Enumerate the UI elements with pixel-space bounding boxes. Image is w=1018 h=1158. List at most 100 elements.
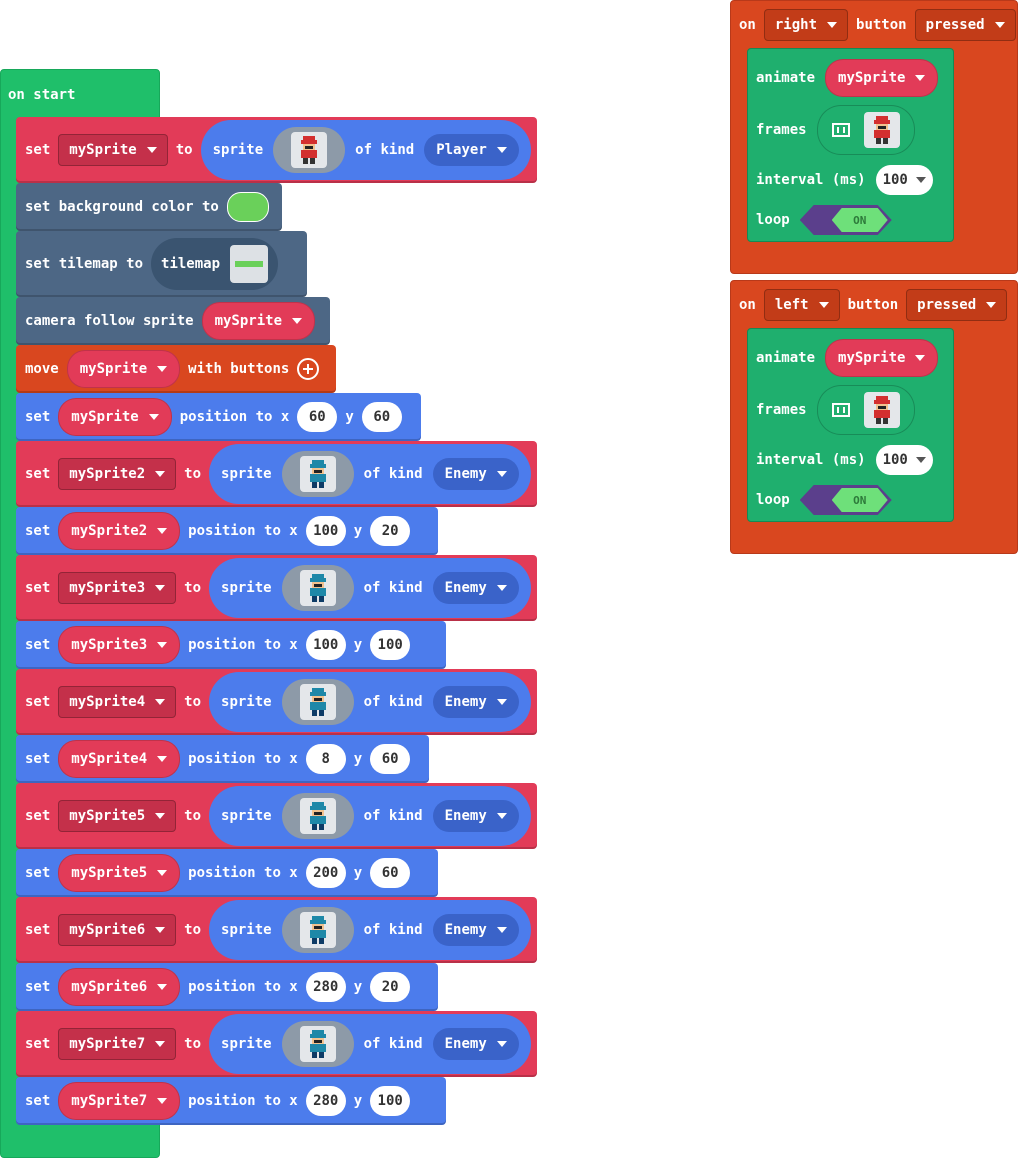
position-label: position to x — [188, 865, 298, 881]
set-sprite-block[interactable]: set mySprite3 to sprite of kind Enemy — [16, 555, 537, 621]
sprite-creator[interactable]: sprite of kind Enemy — [209, 1014, 531, 1074]
variable-dropdown[interactable]: mySprite — [66, 350, 181, 388]
sprite-creator[interactable]: sprite of kind Player — [200, 120, 531, 180]
sprite-image-picker[interactable] — [281, 679, 354, 725]
sprite-image-picker[interactable] — [281, 451, 354, 497]
y-input[interactable]: 20 — [370, 516, 411, 546]
variable-dropdown[interactable]: mySprite — [825, 59, 939, 97]
y-input[interactable]: 20 — [370, 972, 411, 1002]
button-event-block[interactable]: on left button pressed animate mySprite frames… — [730, 280, 1018, 554]
sprite-creator[interactable]: sprite of kind Enemy — [209, 672, 531, 732]
sprite-creator[interactable]: sprite of kind Enemy — [209, 444, 531, 504]
kind-dropdown[interactable]: Enemy — [432, 1028, 519, 1060]
sprite-image-picker[interactable] — [281, 1021, 354, 1067]
position-block[interactable]: set mySprite3 position to x 100 y 100 — [16, 621, 446, 669]
variable-dropdown[interactable]: mySprite4 — [58, 686, 177, 718]
position-block[interactable]: set mySprite7 position to x 280 y 100 — [16, 1077, 446, 1125]
variable-dropdown[interactable]: mySprite — [58, 398, 172, 436]
y-input[interactable]: 60 — [370, 744, 411, 774]
variable-dropdown[interactable]: mySprite — [825, 339, 939, 377]
sprite-image-picker[interactable] — [281, 793, 354, 839]
set-sprite-block[interactable]: set mySprite7 to sprite of kind Enemy — [16, 1011, 537, 1077]
set-tilemap-block[interactable]: set tilemap to tilemap — [16, 231, 307, 297]
position-block[interactable]: set mySprite6 position to x 280 y 20 — [16, 963, 438, 1011]
x-input[interactable]: 8 — [305, 744, 346, 774]
interval-dropdown[interactable]: 100 — [875, 165, 933, 195]
position-block[interactable]: set mySprite position to x 60 y 60 — [16, 393, 421, 441]
tilemap-picker[interactable]: tilemap — [151, 238, 279, 290]
y-input[interactable]: 60 — [370, 858, 411, 888]
set-bg-block[interactable]: set background color to — [16, 183, 282, 231]
loop-toggle[interactable]: ON — [799, 205, 892, 235]
position-block[interactable]: set mySprite2 position to x 100 y 20 — [16, 507, 438, 555]
x-input[interactable]: 200 — [305, 858, 346, 888]
variable-label: mySprite4 — [71, 751, 148, 767]
set-sprite-block[interactable]: set mySprite4 to sprite of kind Enemy — [16, 669, 537, 735]
kind-dropdown[interactable]: Enemy — [432, 914, 519, 946]
kind-dropdown[interactable]: Enemy — [432, 458, 519, 490]
variable-dropdown[interactable]: mySprite6 — [58, 968, 181, 1006]
x-input[interactable]: 60 — [297, 402, 338, 432]
position-block[interactable]: set mySprite5 position to x 200 y 60 — [16, 849, 438, 897]
player-sprite-image — [863, 392, 900, 428]
variable-dropdown[interactable]: mySprite5 — [58, 800, 177, 832]
frames-picker[interactable] — [816, 105, 915, 155]
y-input[interactable]: 100 — [370, 630, 411, 660]
of-kind-label: of kind — [363, 808, 423, 824]
kind-dropdown[interactable]: Enemy — [432, 572, 519, 604]
x-input[interactable]: 280 — [305, 972, 346, 1002]
chevron-down-icon — [155, 927, 166, 933]
frames-picker[interactable] — [816, 385, 915, 435]
enemy-sprite-image — [299, 570, 336, 606]
sprite-image-picker[interactable] — [281, 565, 354, 611]
toggle-knob: ON — [831, 488, 888, 512]
variable-dropdown[interactable]: mySprite6 — [58, 914, 177, 946]
plus-circle-icon[interactable] — [297, 358, 320, 380]
chevron-down-icon — [157, 1098, 168, 1104]
state-dropdown[interactable]: pressed — [906, 289, 1008, 321]
variable-dropdown[interactable]: mySprite2 — [58, 512, 181, 550]
set-sprite-block[interactable]: set mySprite6 to sprite of kind Enemy — [16, 897, 537, 963]
interval-dropdown[interactable]: 100 — [875, 445, 933, 475]
animate-block[interactable]: animate mySprite frames interval (ms) 100 loo… — [747, 48, 954, 242]
button-dropdown[interactable]: left — [763, 289, 840, 321]
chevron-down-icon — [157, 642, 168, 648]
tilemap-label: set tilemap to — [25, 256, 144, 272]
variable-dropdown[interactable]: mySprite2 — [58, 458, 177, 490]
variable-dropdown[interactable]: mySprite — [201, 302, 316, 340]
set-sprite-block[interactable]: set mySprite to sprite of kind Player — [16, 117, 537, 183]
sprite-creator[interactable]: sprite of kind Enemy — [209, 900, 531, 960]
x-input[interactable]: 280 — [305, 1086, 346, 1116]
variable-dropdown[interactable]: mySprite7 — [58, 1028, 177, 1060]
variable-dropdown[interactable]: mySprite — [58, 134, 168, 166]
sprite-image-picker[interactable] — [281, 907, 354, 953]
x-input[interactable]: 100 — [305, 516, 346, 546]
sprite-creator[interactable]: sprite of kind Enemy — [209, 786, 531, 846]
color-picker[interactable] — [226, 192, 269, 222]
variable-dropdown[interactable]: mySprite4 — [58, 740, 181, 778]
x-input[interactable]: 100 — [305, 630, 346, 660]
set-sprite-block[interactable]: set mySprite2 to sprite of kind Enemy — [16, 441, 537, 507]
variable-dropdown[interactable]: mySprite3 — [58, 572, 177, 604]
button-event-block[interactable]: on right button pressed animate mySprite frame… — [730, 0, 1018, 274]
variable-dropdown[interactable]: mySprite5 — [58, 854, 181, 892]
variable-dropdown[interactable]: mySprite7 — [58, 1082, 181, 1120]
state-dropdown[interactable]: pressed — [914, 9, 1016, 41]
toggle-knob: ON — [831, 208, 888, 232]
kind-dropdown[interactable]: Player — [424, 134, 519, 166]
y-input[interactable]: 60 — [361, 402, 402, 432]
enemy-sprite-image — [299, 912, 336, 948]
kind-dropdown[interactable]: Enemy — [432, 686, 519, 718]
variable-dropdown[interactable]: mySprite3 — [58, 626, 181, 664]
kind-dropdown[interactable]: Enemy — [432, 800, 519, 832]
position-block[interactable]: set mySprite4 position to x 8 y 60 — [16, 735, 429, 783]
sprite-image-picker[interactable] — [273, 127, 346, 173]
camera-block[interactable]: camera follow sprite mySprite — [16, 297, 330, 345]
animate-block[interactable]: animate mySprite frames interval (ms) 100 loo… — [747, 328, 954, 522]
set-sprite-block[interactable]: set mySprite5 to sprite of kind Enemy — [16, 783, 537, 849]
y-input[interactable]: 100 — [370, 1086, 411, 1116]
move-block[interactable]: move mySprite with buttons — [16, 345, 336, 393]
loop-toggle[interactable]: ON — [799, 485, 892, 515]
sprite-creator[interactable]: sprite of kind Enemy — [209, 558, 531, 618]
button-dropdown[interactable]: right — [763, 9, 849, 41]
